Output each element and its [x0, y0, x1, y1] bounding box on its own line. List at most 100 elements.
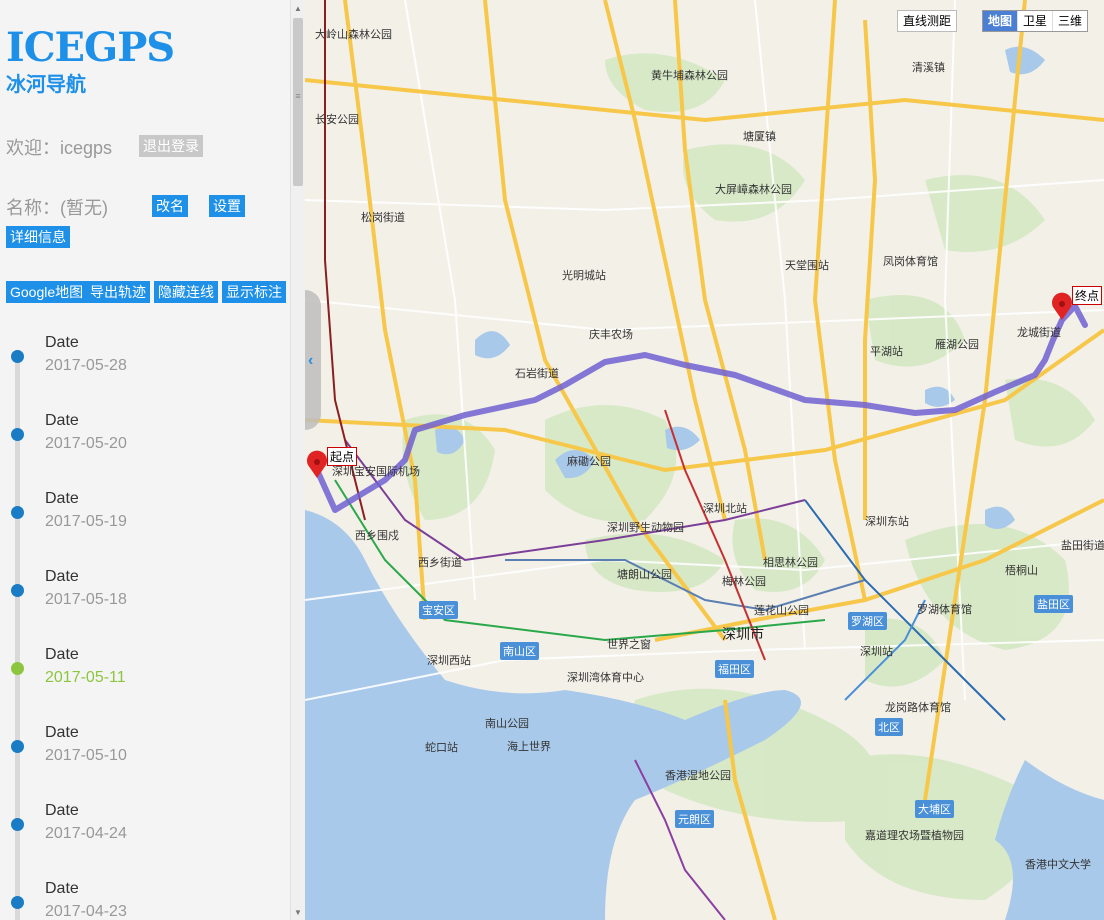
lianhua-label: 莲花山公园 — [754, 605, 809, 617]
map-canvas[interactable]: 深圳宝安国际机场 光明城站 石岩街道 麻磡公园 深圳北站 深圳野生动物园 西乡街… — [305, 0, 1104, 920]
timeline-item[interactable]: Date 2017-05-10 — [0, 720, 290, 798]
timeline-item-date: 2017-05-11 — [45, 669, 126, 686]
fenggang-label: 凤岗体育馆 — [883, 256, 938, 268]
details-button[interactable]: 详细信息 — [6, 226, 70, 248]
timeline-item-title: Date — [45, 412, 79, 429]
qingfeng-label: 庆丰农场 — [589, 329, 633, 341]
timeline-item-title: Date — [45, 334, 79, 351]
sidebar: ICEGPS 冰河导航 欢迎：icegps 退出登录 名称：(暂无) 改名 设置… — [0, 0, 290, 920]
zoo-label: 深圳野生动物园 — [607, 522, 684, 534]
yantian-st-label: 盐田街道 — [1061, 540, 1104, 552]
app-logo: ICEGPS — [6, 24, 175, 71]
chevron-left-icon[interactable]: ‹ — [308, 352, 313, 370]
map-type-switcher: 地图 卫星 三维 — [982, 10, 1089, 32]
jiadao-label: 嘉道理农场暨植物园 — [865, 830, 964, 842]
timeline-item[interactable]: Date 2017-04-23 — [0, 876, 290, 920]
scroll-down-icon[interactable]: ▼ — [294, 908, 302, 917]
timeline-item[interactable]: Date 2017-05-19 — [0, 486, 290, 564]
yanhu-label: 雁湖公园 — [935, 339, 979, 351]
city-label: 深圳市 — [722, 626, 764, 642]
nanshan-park-label: 南山公园 — [485, 718, 529, 730]
device-name-text: 名称：(暂无) — [6, 198, 108, 218]
wutong-label: 梧桐山 — [1005, 565, 1038, 577]
window-label: 世界之窗 — [607, 639, 651, 651]
app-subtitle: 冰河导航 — [6, 74, 86, 96]
hide-lines-button[interactable]: 隐藏连线 — [154, 281, 218, 303]
timeline-dot-icon — [11, 584, 24, 597]
shiyan-label: 石岩街道 — [515, 368, 559, 380]
timeline-item-title: Date — [45, 724, 79, 741]
longgang-road-label: 龙岗路体育馆 — [885, 702, 951, 714]
baoan-district-label: 宝安区 — [419, 601, 458, 619]
welcome-text: 欢迎：icegps — [6, 138, 113, 158]
timeline-item[interactable]: Date 2017-04-24 — [0, 798, 290, 876]
timeline-dot-icon — [11, 350, 24, 363]
qingxi-label: 清溪镇 — [912, 62, 945, 74]
timeline-dot-icon — [11, 896, 24, 909]
changan-label: 长安公园 — [315, 114, 359, 126]
cuhk-label: 香港中文大学 — [1025, 859, 1091, 871]
timeline-item[interactable]: Date 2017-05-20 — [0, 408, 290, 486]
wetland-label: 香港湿地公园 — [665, 770, 731, 782]
tianan-label: 天堂围站 — [785, 260, 829, 272]
tangxia-label: 塘厦镇 — [743, 131, 776, 143]
timeline-dot-icon — [11, 506, 24, 519]
timeline-item-title: Date — [45, 490, 79, 507]
timeline-item-date: 2017-05-20 — [45, 435, 127, 452]
show-marks-button[interactable]: 显示标注 — [222, 281, 286, 303]
xixiang-wei-label: 西乡围戍 — [355, 530, 399, 542]
export-track-button[interactable]: 导出轨迹 — [86, 281, 150, 303]
luohu-district-label: 罗湖区 — [848, 612, 887, 630]
settings-button[interactable]: 设置 — [209, 195, 245, 217]
timeline-item-title: Date — [45, 646, 79, 663]
timeline-item-date: 2017-05-28 — [45, 357, 127, 374]
nanshan-district-label: 南山区 — [500, 642, 539, 660]
timeline-item[interactable]: Date 2017-05-18 — [0, 564, 290, 642]
scroll-thumb[interactable]: ≡ — [293, 18, 303, 186]
timeline-dot-icon — [11, 818, 24, 831]
rename-button[interactable]: 改名 — [152, 195, 188, 217]
timeline-item-date: 2017-05-18 — [45, 591, 127, 608]
guangming-label: 光明城站 — [562, 270, 606, 282]
timeline-item-title: Date — [45, 802, 79, 819]
shenzhen-east-label: 深圳东站 — [865, 516, 909, 528]
bay-sports-label: 深圳湾体育中心 — [567, 672, 644, 684]
timeline-item-title: Date — [45, 880, 79, 897]
timeline-item-title: Date — [45, 568, 79, 585]
xiangmi-label: 相思林公园 — [763, 557, 818, 569]
map-type-map[interactable]: 地图 — [983, 11, 1018, 31]
yuen-long-district-label: 元朗区 — [675, 810, 714, 828]
shekou-label: 蛇口站 — [425, 742, 458, 754]
longgang-label: 龙城街道 — [1017, 327, 1061, 339]
shenzhen-west-label: 深圳西站 — [427, 655, 471, 667]
map-type-3d[interactable]: 三维 — [1052, 11, 1087, 31]
map-type-satellite[interactable]: 卫星 — [1017, 11, 1052, 31]
timeline-item[interactable]: Date 2017-05-28 — [0, 330, 290, 408]
dapingzhang-label: 大屏嶂森林公园 — [715, 184, 792, 196]
maluan-label: 麻磡公园 — [567, 456, 611, 468]
futian-district-label: 福田区 — [715, 660, 754, 678]
timeline-item[interactable]: Date 2017-05-11 — [0, 642, 290, 720]
north-district-label: 北区 — [875, 718, 903, 736]
timeline-item-date: 2017-04-23 — [45, 903, 127, 920]
timeline-dot-icon — [11, 662, 24, 675]
songgang-label: 松岗街道 — [361, 212, 405, 224]
logout-button[interactable]: 退出登录 — [139, 135, 203, 157]
shenzhen-station-label: 深圳站 — [860, 646, 893, 658]
dalingshan-label: 大岭山森林公园 — [315, 29, 392, 41]
ruler-button[interactable]: 直线测距 — [897, 10, 958, 32]
timeline-dot-icon — [11, 740, 24, 753]
xixiang-label: 西乡街道 — [418, 557, 462, 569]
scroll-up-icon[interactable]: ▲ — [294, 4, 302, 13]
tai-po-district-label: 大埔区 — [915, 800, 954, 818]
tanglang-label: 塘朗山公园 — [617, 569, 672, 581]
start-point-label: 起点 — [327, 447, 358, 466]
timeline-item-date: 2017-05-10 — [45, 747, 127, 764]
sidebar-scrollbar[interactable]: ▲ ≡ ▼ — [290, 0, 305, 920]
yantian-district-label: 盐田区 — [1034, 595, 1073, 613]
shenzhen-north-label: 深圳北站 — [703, 503, 747, 515]
huangniu-label: 黄牛埔森林公园 — [651, 70, 728, 82]
end-point-label: 终点 — [1072, 286, 1103, 305]
google-map-button[interactable]: Google地图 — [6, 281, 88, 303]
start-marker-icon — [307, 450, 327, 478]
